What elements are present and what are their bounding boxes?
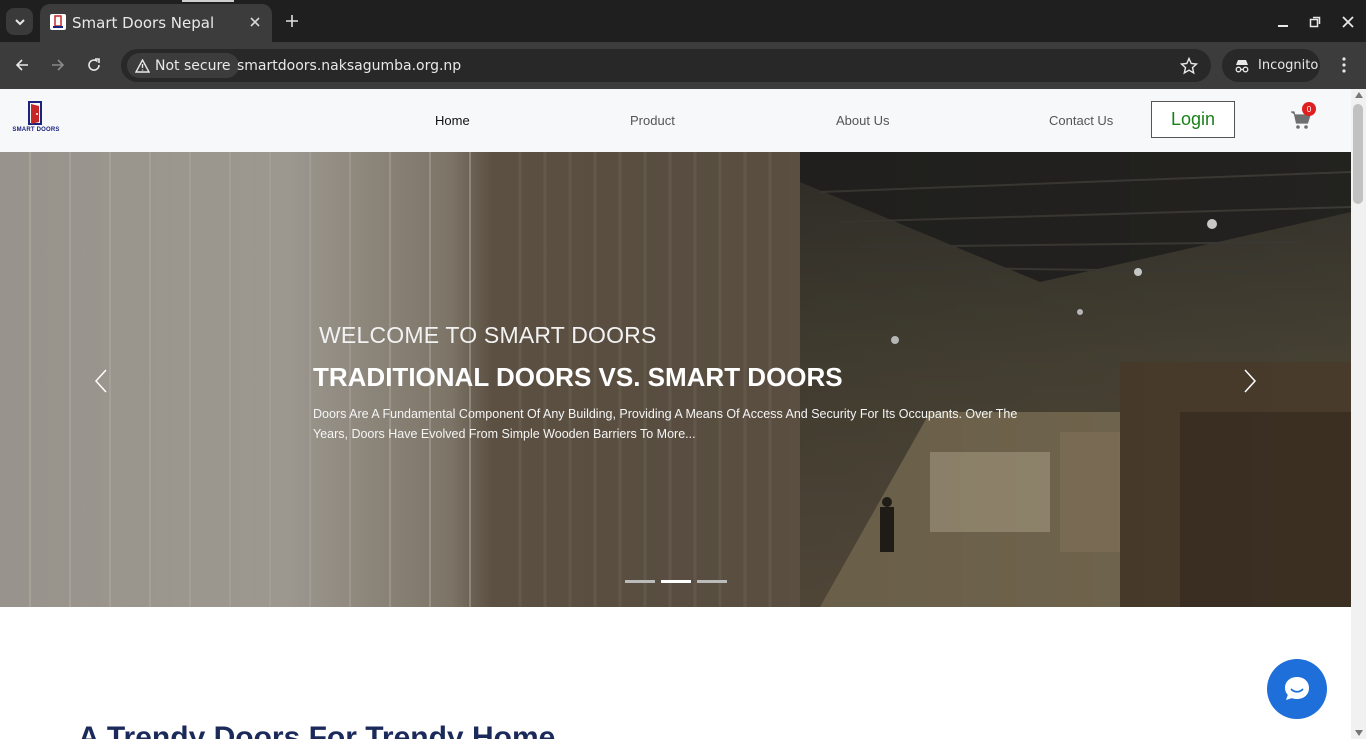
incognito-profile-button[interactable]: Incognito <box>1222 49 1320 82</box>
logo-text: SMART DOORS <box>12 127 60 133</box>
tab-strip-indicator <box>182 0 234 2</box>
site-navbar: SMART DOORS Home Product About Us Contac… <box>0 89 1351 152</box>
browser-tab[interactable]: Smart Doors Nepal <box>40 4 272 42</box>
scrollbar-thumb[interactable] <box>1353 104 1363 204</box>
carousel-next-button[interactable] <box>1238 366 1262 396</box>
scroll-down-arrow-icon[interactable] <box>1355 730 1363 736</box>
page-scrollbar[interactable] <box>1351 89 1366 739</box>
hero-description: Doors Are A Fundamental Component Of Any… <box>313 407 1018 441</box>
site-info-button[interactable]: Not secure <box>127 53 239 78</box>
incognito-icon <box>1235 59 1249 72</box>
browser-menu-button[interactable] <box>1334 52 1354 78</box>
reload-icon <box>88 58 100 71</box>
chat-widget-button[interactable] <box>1267 659 1327 719</box>
minimize-button[interactable] <box>1271 10 1295 34</box>
security-label: Not secure <box>155 57 231 74</box>
hero-title: TRADITIONAL DOORS VS. SMART DOORS <box>313 362 843 392</box>
bookmark-star-icon[interactable] <box>1179 56 1199 76</box>
url-text[interactable]: smartdoors.naksagumba.org.np <box>237 58 461 74</box>
tab-search-button[interactable] <box>6 8 33 35</box>
minimize-icon <box>1278 25 1288 27</box>
cart-count-badge: 0 <box>1302 102 1316 116</box>
browser-tab-strip: Smart Doors Nepal <box>0 0 1366 42</box>
chevron-down-icon <box>14 18 25 25</box>
hero-eyebrow: WELCOME TO SMART DOORS <box>319 322 657 348</box>
close-window-button[interactable] <box>1336 10 1360 34</box>
forward-button[interactable] <box>45 52 71 78</box>
address-bar[interactable]: Not secure smartdoors.naksagumba.org.np <box>121 49 1211 82</box>
nav-product[interactable]: Product <box>630 113 675 128</box>
nav-about-us[interactable]: About Us <box>836 113 889 128</box>
hero-carousel: WELCOME TO SMART DOORS TRADITIONAL DOORS… <box>0 152 1351 607</box>
site-logo[interactable]: SMART DOORS <box>10 101 62 141</box>
chevron-left-icon <box>94 369 107 393</box>
nav-contact-us[interactable]: Contact Us <box>1049 113 1113 128</box>
login-button[interactable]: Login <box>1151 101 1235 138</box>
carousel-indicator-2[interactable] <box>661 580 691 583</box>
carousel-prev-button[interactable] <box>89 366 113 396</box>
close-tab-icon[interactable] <box>244 11 266 33</box>
maximize-button[interactable] <box>1303 10 1327 34</box>
warning-icon <box>135 58 150 73</box>
section-heading: A Trendy Doors For Trendy Home <box>78 721 556 739</box>
more-vert-icon <box>1342 57 1346 73</box>
chat-icon <box>1285 677 1309 700</box>
back-button[interactable] <box>9 52 35 78</box>
web-page: SMART DOORS Home Product About Us Contac… <box>0 89 1351 739</box>
door-logo-icon <box>28 101 42 125</box>
plus-icon <box>286 15 298 27</box>
carousel-indicator-1[interactable] <box>625 580 655 583</box>
browser-toolbar: Not secure smartdoors.naksagumba.org.np … <box>0 42 1366 89</box>
close-icon <box>1342 16 1354 28</box>
tab-title: Smart Doors Nepal <box>72 14 215 32</box>
site-favicon-icon <box>50 14 66 30</box>
chevron-right-icon <box>1244 369 1257 393</box>
incognito-label: Incognito <box>1258 58 1319 73</box>
restore-icon <box>1309 16 1321 28</box>
arrow-right-icon <box>52 59 65 71</box>
reload-button[interactable] <box>81 52 107 78</box>
arrow-left-icon <box>15 59 28 71</box>
new-tab-button[interactable] <box>281 10 303 32</box>
nav-home[interactable]: Home <box>435 113 470 128</box>
scroll-up-arrow-icon[interactable] <box>1355 92 1363 98</box>
carousel-indicator-3[interactable] <box>697 580 727 583</box>
